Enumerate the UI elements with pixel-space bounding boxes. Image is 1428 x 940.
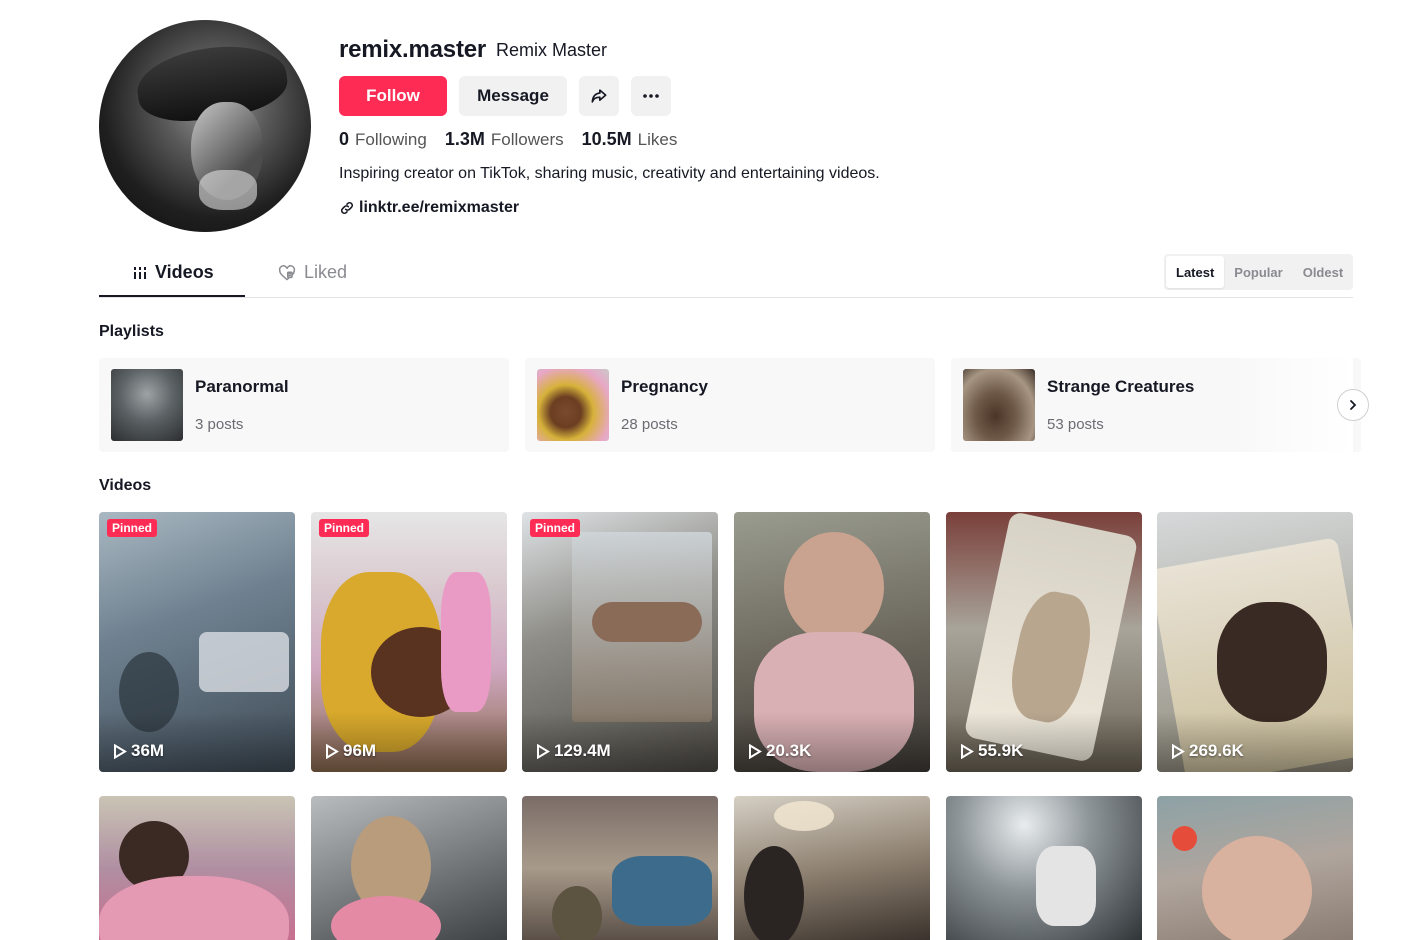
play-icon	[1172, 743, 1185, 759]
follow-button[interactable]: Follow	[339, 76, 447, 116]
sort-oldest[interactable]: Oldest	[1293, 256, 1353, 288]
play-icon	[749, 743, 762, 759]
playlist-card[interactable]: Pregnancy 28 posts	[525, 358, 935, 452]
following-count: 0	[339, 129, 350, 149]
video-card[interactable]: 55.9K	[946, 512, 1142, 772]
playlist-name: Pregnancy	[621, 377, 708, 396]
video-art	[441, 572, 491, 712]
playlists-heading: Playlists	[99, 323, 164, 340]
profile-stats: 0 Following 1.3M Followers 10.5M Likes	[339, 129, 677, 150]
video-views-count: 129.4M	[554, 741, 611, 760]
sort-toggle: Latest Popular Oldest	[1164, 254, 1353, 290]
video-card[interactable]	[734, 796, 930, 940]
video-card[interactable]: 20.3K	[734, 512, 930, 772]
video-card[interactable]: Pinned 36M	[99, 512, 295, 772]
video-card[interactable]: 269.6K	[1157, 512, 1353, 772]
pinned-badge: Pinned	[530, 519, 581, 537]
video-art	[784, 532, 884, 642]
sort-latest[interactable]: Latest	[1166, 256, 1225, 288]
video-views: 55.9K	[960, 741, 1023, 761]
avatar-beard	[199, 170, 257, 210]
more-icon	[643, 94, 659, 98]
video-card[interactable]	[522, 796, 718, 940]
bio: Inspiring creator on TikTok, sharing mus…	[339, 165, 880, 182]
sort-popular[interactable]: Popular	[1224, 256, 1292, 288]
video-views: 36M	[113, 741, 164, 761]
pinned-badge: Pinned	[107, 519, 158, 537]
video-views-count: 36M	[131, 741, 165, 760]
playlist-next-button[interactable]	[1337, 389, 1369, 421]
video-card[interactable]	[311, 796, 507, 940]
video-art	[331, 896, 441, 940]
video-card[interactable]	[99, 796, 295, 940]
more-button[interactable]	[631, 76, 671, 116]
profile-link-text: linktr.ee/remixmaster	[359, 199, 520, 216]
video-views: 96M	[325, 741, 376, 761]
video-card[interactable]: Pinned 96M	[311, 512, 507, 772]
grid-icon	[134, 266, 146, 279]
video-views: 269.6K	[1171, 741, 1244, 761]
video-views-count: 20.3K	[766, 741, 812, 760]
playlist-thumbnail	[111, 369, 183, 441]
following-label: Following	[355, 130, 427, 149]
video-art	[552, 886, 602, 940]
video-art	[592, 602, 702, 642]
followers-count: 1.3M	[444, 129, 485, 149]
video-views-count: 269.6K	[1189, 741, 1244, 760]
tab-videos-label: Videos	[155, 262, 214, 282]
video-card[interactable]: Pinned 129.4M	[522, 512, 718, 772]
playlist-count: 53 posts	[1047, 416, 1104, 433]
avatar[interactable]	[99, 20, 311, 232]
playlist-name: Strange Creatures	[1047, 377, 1195, 396]
play-icon	[326, 743, 339, 759]
pinned-badge: Pinned	[319, 519, 370, 537]
video-card[interactable]	[946, 796, 1142, 940]
video-art	[199, 632, 289, 692]
video-art	[1202, 836, 1312, 940]
tab-liked[interactable]: Liked	[278, 262, 347, 283]
video-card[interactable]	[1157, 796, 1353, 940]
video-views-count: 96M	[343, 741, 377, 760]
playlist-card[interactable]: Paranormal 3 posts	[99, 358, 509, 452]
video-views-count: 55.9K	[978, 741, 1024, 760]
nickname: Remix Master	[496, 40, 608, 60]
likes-label: Likes	[637, 130, 678, 149]
share-button[interactable]	[579, 76, 619, 116]
playlist-thumbnail	[537, 369, 609, 441]
message-button[interactable]: Message	[459, 76, 567, 116]
chevron-right-icon	[1350, 400, 1357, 410]
video-views: 129.4M	[536, 741, 611, 761]
active-tab-indicator	[99, 295, 245, 297]
likes-count: 10.5M	[581, 129, 632, 149]
profile-link[interactable]: linktr.ee/remixmaster	[339, 199, 519, 217]
video-art	[774, 801, 834, 831]
username: remix.master	[339, 36, 487, 63]
video-art	[1036, 846, 1096, 926]
likes-stat: 10.5M Likes	[582, 129, 678, 150]
tab-liked-label: Liked	[304, 262, 348, 282]
link-icon	[340, 201, 354, 215]
playlist-thumbnail	[963, 369, 1035, 441]
video-art	[99, 876, 289, 940]
playlist-count: 3 posts	[195, 416, 244, 433]
playlist-name: Paranormal	[195, 377, 289, 396]
playlist-count: 28 posts	[621, 416, 678, 433]
share-icon	[591, 89, 607, 103]
heart-icon	[278, 264, 296, 280]
playlist-card[interactable]: Strange Creatures 53 posts	[951, 358, 1361, 452]
video-art	[1172, 826, 1197, 851]
followers-stat[interactable]: 1.3M Followers	[445, 129, 564, 150]
tab-videos[interactable]: Videos	[133, 262, 214, 283]
video-art	[1217, 602, 1327, 722]
play-icon	[114, 743, 127, 759]
play-icon	[537, 743, 550, 759]
video-art	[744, 846, 804, 940]
video-art	[612, 856, 712, 926]
video-views: 20.3K	[748, 741, 811, 761]
play-icon	[961, 743, 974, 759]
following-stat[interactable]: 0 Following	[339, 129, 427, 150]
followers-label: Followers	[490, 130, 564, 149]
videos-heading: Videos	[99, 477, 152, 494]
